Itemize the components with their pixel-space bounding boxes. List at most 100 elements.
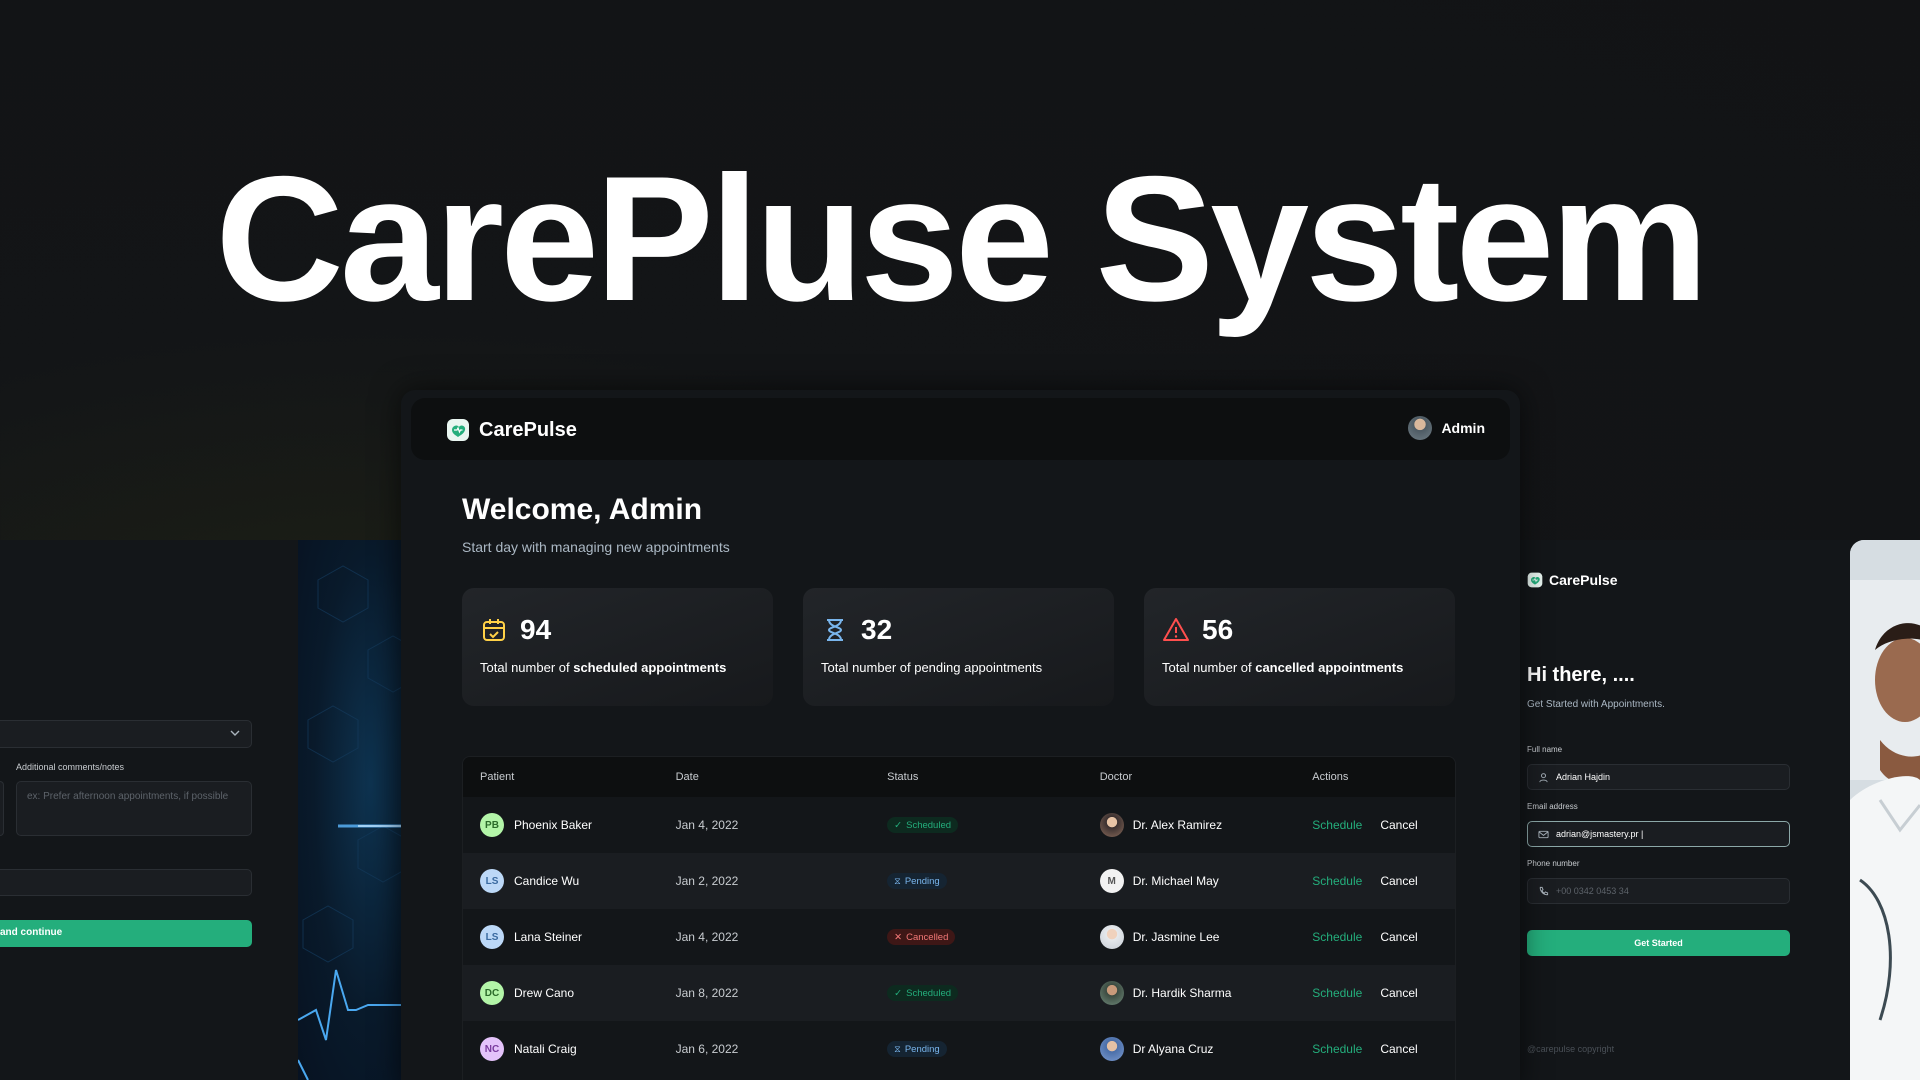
calendar-icon: [483, 619, 505, 641]
doctor-avatar: [1099, 813, 1124, 837]
patient-initials: PB: [480, 813, 504, 837]
left-form-panel: Additional comments/notes ex: Prefer aft…: [0, 540, 298, 1080]
col-status: Status: [887, 771, 919, 783]
carepulse-logo-icon: [1527, 572, 1543, 588]
page-title: Welcome, Admin: [462, 493, 703, 526]
stat-card-pending: 32 Total number of pending appointments: [803, 588, 1114, 706]
copyright-text: @carepulse copyright: [1527, 1044, 1615, 1054]
carepulse-logo-icon: [447, 419, 469, 441]
hero-title: CarePluse System: [215, 139, 1708, 338]
warning-icon: [1163, 618, 1189, 641]
heartbeat-image: [298, 540, 401, 1080]
phone-input[interactable]: +00 0342 0453 34: [1527, 878, 1790, 904]
stat-count: 56: [1202, 614, 1234, 645]
doctor-select[interactable]: [0, 720, 252, 748]
patient-initials: LS: [480, 869, 504, 893]
col-doctor: Doctor: [1099, 771, 1133, 783]
appointment-date: Jan 4, 2022: [675, 930, 739, 944]
right-signup-panel: CarePulse Hi there, .... Get Started wit…: [1520, 540, 1850, 1080]
comments-textarea[interactable]: ex: Prefer afternoon appointments, if po…: [16, 781, 252, 836]
phone-icon: [1539, 886, 1549, 895]
hourglass-icon: [827, 619, 843, 641]
status-badge: ✓ Scheduled: [887, 985, 959, 1002]
dashboard-header: CarePulse Admin: [411, 398, 1510, 460]
table-row: NC Natali Craig Jan 6, 2022 ⧖ Pending Dr A…: [463, 1021, 1455, 1077]
phone-placeholder: +00 0342 0453 34: [1556, 886, 1629, 896]
cancel-button[interactable]: Cancel: [1380, 986, 1417, 1000]
patient-name: Lana Steiner: [514, 930, 583, 944]
admin-dashboard: CarePulse Admin Welcome, Admin Start day…: [401, 390, 1520, 1080]
patient-name: Natali Craig: [514, 1042, 577, 1056]
col-actions: Actions: [1312, 771, 1349, 783]
cancel-button[interactable]: Cancel: [1380, 874, 1417, 888]
stat-card-cancelled: 56 Total number of cancelled appointment…: [1144, 588, 1455, 706]
table-row: DC Drew Cano Jan 8, 2022 ✓ Scheduled Dr. H…: [463, 965, 1455, 1021]
mail-icon: [1538, 830, 1549, 838]
close-icon: ✕: [894, 931, 903, 943]
doctor-name: Dr. Alex Ramirez: [1132, 818, 1223, 832]
dashboard-brand-name: CarePulse: [479, 418, 577, 441]
schedule-button[interactable]: Schedule: [1312, 986, 1362, 1000]
patient-initials: DC: [480, 981, 504, 1005]
table-header: Patient Date Status Doctor Actions: [463, 757, 1455, 797]
submit-continue-button[interactable]: and continue: [0, 920, 252, 947]
schedule-button[interactable]: Schedule: [1312, 930, 1362, 944]
hourglass-icon: ⧖: [894, 875, 901, 887]
admin-profile[interactable]: Admin: [1408, 416, 1485, 440]
doctor-avatar: M: [1099, 869, 1124, 893]
cancel-button[interactable]: Cancel: [1380, 818, 1417, 832]
col-patient: Patient: [480, 771, 515, 783]
email-input[interactable]: adrian@jsmastery.pr |: [1527, 821, 1790, 847]
dashboard-brand-logo[interactable]: CarePulse: [446, 418, 577, 442]
doctor-avatar: [1099, 1037, 1124, 1061]
doctor-photo: [1850, 540, 1920, 1080]
table-row: PB Phoenix Baker Jan 4, 2022 ✓ Scheduled D…: [463, 797, 1455, 853]
fullname-label: Full name: [1527, 745, 1563, 754]
appointment-date: Jan 2, 2022: [675, 874, 739, 888]
chevron-down-icon: [229, 727, 241, 739]
page-subtitle: Start day with managing new appointments: [462, 539, 730, 555]
appointment-date: Jan 6, 2022: [675, 1042, 739, 1056]
fullname-input[interactable]: Adrian Hajdin: [1527, 764, 1790, 790]
status-badge: ✓ Scheduled: [887, 817, 959, 834]
right-brand-name: CarePulse: [1549, 572, 1618, 588]
patient-initials: LS: [480, 925, 504, 949]
doctor-name: Dr Alyana Cruz: [1132, 1042, 1214, 1056]
doctor-avatar: [1099, 925, 1124, 949]
left-input-field[interactable]: [0, 869, 252, 896]
patient-name: Drew Cano: [514, 986, 575, 1000]
greeting-subtitle: Get Started with Appointments.: [1527, 699, 1665, 710]
avatar: [1408, 416, 1433, 440]
cancel-button[interactable]: Cancel: [1380, 930, 1417, 944]
appointment-date: Jan 8, 2022: [675, 986, 739, 1000]
fullname-value: Adrian Hajdin: [1556, 772, 1611, 782]
doctor-name: Dr. Jasmine Lee: [1132, 930, 1220, 944]
doctor-avatar: [1099, 981, 1124, 1005]
left-textarea-partial[interactable]: [0, 781, 4, 836]
table-row: LS Candice Wu Jan 2, 2022 ⧖ Pending M Dr. M…: [463, 853, 1455, 909]
schedule-button[interactable]: Schedule: [1312, 874, 1362, 888]
patient-initials: NC: [480, 1037, 504, 1061]
status-badge: ⧖ Pending: [887, 1041, 947, 1058]
appointments-table: Patient Date Status Doctor Actions PB Pho…: [462, 756, 1456, 1080]
cancel-button[interactable]: Cancel: [1380, 1042, 1417, 1056]
schedule-button[interactable]: Schedule: [1312, 1042, 1362, 1056]
stat-description: Total number of pending appointments: [821, 660, 1043, 675]
schedule-button[interactable]: Schedule: [1312, 818, 1362, 832]
check-icon: ✓: [894, 987, 903, 999]
get-started-button[interactable]: Get Started: [1527, 930, 1790, 956]
comments-label: Additional comments/notes: [16, 762, 125, 772]
status-badge: ✕ Cancelled: [887, 929, 956, 946]
phone-label: Phone number: [1527, 859, 1580, 868]
patient-name: Phoenix Baker: [514, 818, 593, 832]
table-row: LS Lana Steiner Jan 4, 2022 ✕ Cancelled Dr…: [463, 909, 1455, 965]
patient-name: Candice Wu: [514, 874, 580, 888]
user-icon: [1539, 772, 1548, 782]
doctor-name: Dr. Hardik Sharma: [1132, 986, 1232, 1000]
admin-label: Admin: [1441, 420, 1485, 436]
email-value: adrian@jsmastery.pr |: [1556, 829, 1644, 839]
check-icon: ✓: [894, 819, 903, 831]
hourglass-icon: ⧖: [894, 1043, 901, 1055]
email-label: Email address: [1527, 802, 1578, 811]
doctor-name: Dr. Michael May: [1132, 874, 1219, 888]
